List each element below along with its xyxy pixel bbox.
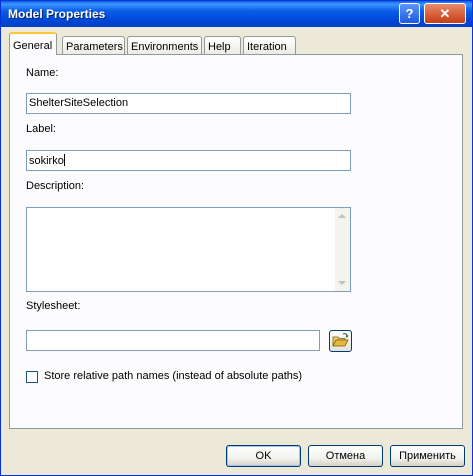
cancel-button[interactable]: Отмена [308,445,383,467]
label-field[interactable]: sokirko [26,150,351,171]
tab-label: Iteration [247,41,287,53]
relative-paths-label[interactable]: Store relative path names (instead of ab… [44,370,302,382]
tab-label: Parameters [66,41,123,53]
stylesheet-field[interactable] [26,330,320,351]
help-icon: ? [405,6,414,21]
label-label: Label: [26,123,56,135]
tab-parameters[interactable]: Parameters [62,36,125,54]
name-field[interactable]: ShelterSiteSelection [26,93,351,114]
tab-label: Environments [131,41,199,53]
description-field[interactable] [26,207,351,292]
cancel-label: Отмена [325,450,366,462]
stylesheet-label: Stylesheet: [26,300,81,312]
name-value: ShelterSiteSelection [29,97,129,109]
description-label: Description: [26,180,85,192]
apply-label: Применить [399,450,456,462]
tab-environments[interactable]: Environments [127,36,202,54]
ok-button[interactable]: OK [226,445,301,467]
ok-label: OK [255,450,272,462]
name-label: Name: [26,67,59,79]
tab-strip: General Parameters Environments Help Ite… [9,32,469,55]
tab-iteration[interactable]: Iteration [243,36,296,54]
text-cursor [63,154,65,166]
description-scrollbar[interactable] [335,208,350,291]
folder-open-icon [332,333,349,347]
tab-general[interactable]: General [9,32,57,55]
browse-button[interactable] [329,330,352,352]
title-bar[interactable]: Model Properties ? ✕ [1,1,472,27]
tab-help[interactable]: Help [204,36,241,54]
scroll-down-icon[interactable] [338,281,346,285]
close-icon: ✕ [439,6,451,21]
apply-button[interactable]: Применить [390,445,465,467]
general-tab-panel: Name: ShelterSiteSelection Label: sokirk… [9,54,463,429]
model-properties-dialog: Model Properties ? ✕ General Parameters … [0,0,473,476]
tab-label: Help [208,41,231,53]
scroll-up-icon[interactable] [338,214,346,218]
tab-label: General [13,40,53,52]
relative-paths-checkbox[interactable] [26,371,38,383]
help-button[interactable]: ? [399,3,420,24]
window-title: Model Properties [8,7,106,21]
close-button[interactable]: ✕ [424,3,466,24]
label-value: sokirko [29,155,64,167]
